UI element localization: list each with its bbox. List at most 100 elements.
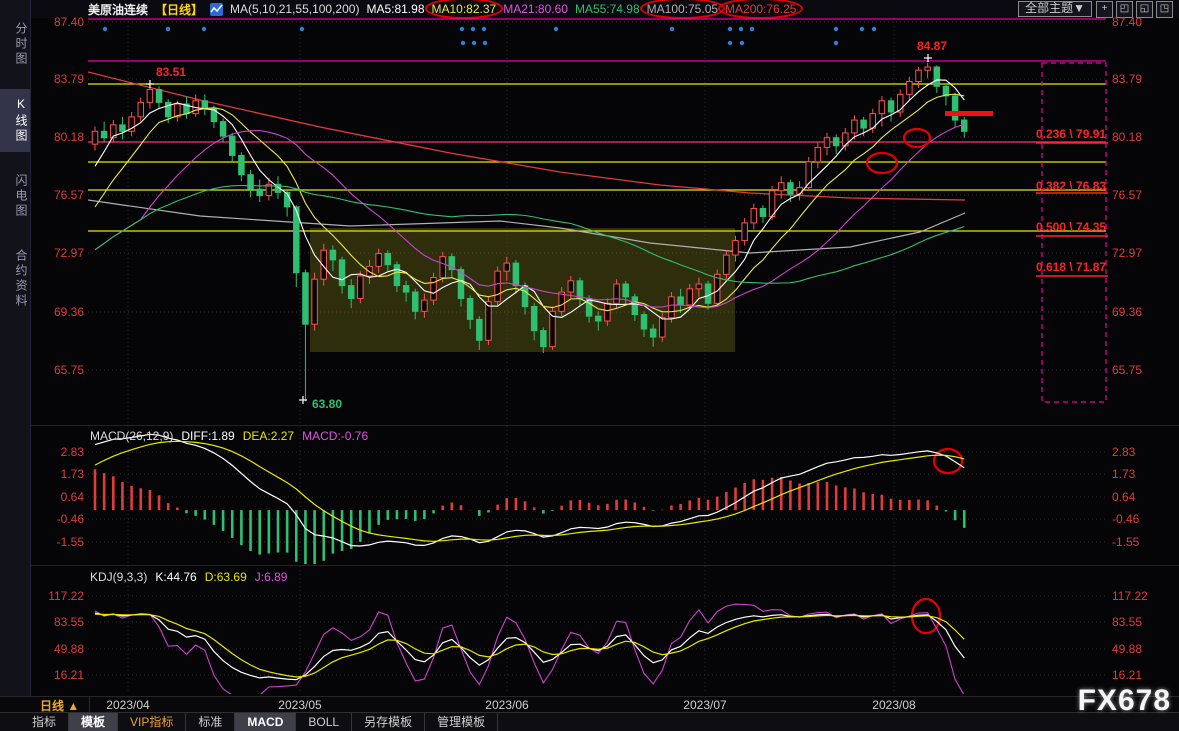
candle: [622, 283, 629, 298]
candle: [128, 116, 135, 132]
candle: [512, 262, 520, 287]
toolbar-tab-1[interactable]: 模板: [69, 713, 119, 731]
candle: [741, 222, 748, 242]
candle: [384, 252, 392, 266]
ma55-line: [94, 184, 965, 284]
indicator-header-part: MACD(26,12,9): [90, 429, 174, 443]
consolidation-zone: [310, 228, 735, 352]
candle: [494, 270, 501, 303]
candle: [293, 206, 300, 274]
annotation-ellipse: [865, 151, 899, 175]
candle: [357, 275, 364, 299]
pane-layout-icon[interactable]: ◰: [1116, 0, 1133, 18]
ma-lines: [94, 79, 965, 320]
candle: [924, 66, 931, 71]
candle: [805, 161, 812, 189]
move-icon[interactable]: +: [1096, 0, 1113, 18]
candle: [796, 187, 803, 195]
candle: [302, 272, 309, 325]
candle: [265, 183, 273, 197]
event-dots: [102, 26, 877, 46]
theme-dropdown-button[interactable]: 全部主题▼: [1018, 1, 1092, 17]
pane-shift-right-icon[interactable]: ◳: [1156, 0, 1173, 18]
candle: [887, 100, 895, 113]
date-tick: 2023/05: [278, 698, 322, 712]
macd-panel: [93, 433, 966, 564]
candle: [174, 103, 181, 118]
main-panel: [88, 18, 1106, 352]
resistance-mark-bar: [945, 111, 993, 116]
toolbar-tab-3[interactable]: 标准: [186, 713, 236, 731]
sidebar-item-2[interactable]: 闪电图: [0, 166, 30, 227]
date-tick: 2023/06: [485, 698, 529, 712]
svg-text:1.73: 1.73: [1112, 467, 1136, 481]
candle: [869, 113, 876, 129]
candle: [100, 130, 108, 139]
ma21-line: [94, 123, 965, 309]
candle: [466, 297, 474, 320]
candle: [503, 262, 510, 272]
kdj-panel: [94, 603, 965, 694]
candle: [530, 306, 538, 332]
pane-shift-left-icon[interactable]: ◱: [1136, 0, 1153, 18]
sidebar-item-1[interactable]: K线图: [0, 89, 30, 152]
annotations: 83.51 84.87 63.80: [146, 39, 1107, 635]
svg-text:117.22: 117.22: [48, 589, 84, 603]
chart-tool-buttons: + ◰ ◱ ◳: [1096, 0, 1173, 18]
svg-text:1.73: 1.73: [61, 467, 85, 481]
candle: [283, 191, 291, 208]
sidebar-item-3[interactable]: 合约资料: [0, 241, 30, 317]
app-window: 分时图 K线图闪电图合约资料 美原油连续 【日线】 MA(5,10,21,55,1…: [0, 0, 1179, 731]
ma200-line: [88, 71, 966, 201]
svg-text:-0.46: -0.46: [57, 512, 85, 526]
svg-text:117.22: 117.22: [1112, 589, 1148, 603]
toolbar-tab-4[interactable]: MACD: [235, 713, 297, 731]
kline-icon: [210, 2, 224, 16]
candle: [686, 288, 693, 306]
ma-values: MA5:81.98 MA10:82.37 MA21:80.60 MA55:74.98 M…: [366, 0, 804, 19]
svg-text:16.21: 16.21: [54, 668, 84, 682]
candle: [540, 330, 547, 348]
candle: [521, 285, 529, 308]
candle: [585, 297, 593, 317]
candle: [896, 93, 904, 113]
candle: [750, 207, 758, 224]
fib-label: 0.500 \ 74.35: [1036, 220, 1106, 234]
candle: [146, 89, 154, 103]
candle: [558, 291, 565, 312]
candle: [640, 314, 648, 330]
candle: [951, 95, 959, 121]
d-line: [94, 613, 965, 678]
candle: [219, 121, 227, 137]
candle: [860, 119, 867, 129]
svg-text:69.36: 69.36: [1112, 305, 1142, 319]
candles-layer: [91, 62, 968, 402]
candle: [329, 249, 337, 261]
toolbar-tab-6[interactable]: 另存模板: [352, 713, 426, 731]
ma-value-4: MA100:75.05: [639, 0, 726, 19]
sidebar-item-0[interactable]: 分时图: [0, 14, 30, 75]
chart-header: 美原油连续 【日线】 MA(5,10,21,55,100,200) MA5:81…: [30, 0, 1179, 19]
toolbar-tab-2[interactable]: VIP指标: [118, 713, 187, 731]
candle: [164, 101, 172, 118]
svg-text:-1.55: -1.55: [57, 535, 85, 549]
candle: [759, 207, 767, 217]
candle: [851, 119, 858, 134]
chart-canvas[interactable]: 87.40 87.4083.79 83.7980.18 80.1876.57 76.57…: [0, 0, 1179, 731]
toolbar-tab-0[interactable]: 指标: [20, 713, 70, 731]
candle: [448, 256, 456, 271]
ma100-line: [88, 199, 966, 254]
date-tick: 2023/04: [106, 698, 150, 712]
timeframe-label[interactable]: 【日线】: [155, 1, 203, 18]
candle: [842, 132, 849, 147]
candle: [677, 296, 684, 306]
toolbar-tab-7[interactable]: 管理模板: [425, 713, 499, 731]
svg-text:49.88: 49.88: [1112, 642, 1142, 656]
candle: [878, 100, 886, 115]
indicator-header-part: KDJ(9,3,3): [90, 570, 148, 584]
candle: [320, 249, 327, 280]
ma-value-0: MA5:81.98: [366, 2, 425, 16]
candle: [421, 299, 428, 312]
svg-text:0.64: 0.64: [61, 490, 85, 504]
toolbar-tab-5[interactable]: BOLL: [296, 713, 353, 731]
